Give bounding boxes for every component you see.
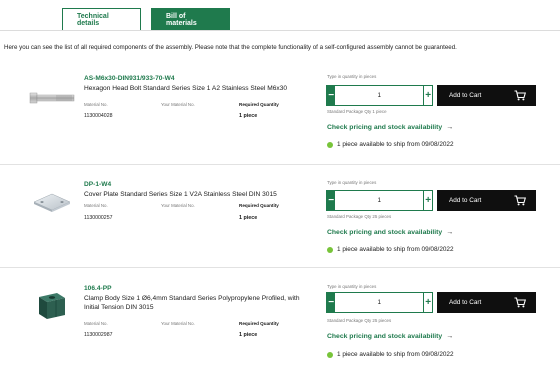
bom-item: AS-M6x30-DIN931/933-70-W4 Hexagon Head B… [0, 70, 560, 162]
quantity-input[interactable] [335, 293, 424, 312]
check-pricing-link[interactable]: Check pricing and stock availability → [327, 229, 453, 236]
package-quantity: Standard Package Qty 1 piece [327, 109, 387, 114]
add-to-cart-button[interactable]: Add to Cart [437, 85, 536, 106]
cart-icon [514, 195, 526, 206]
cart-icon [514, 297, 526, 308]
tab-divider [0, 30, 560, 31]
item-code[interactable]: DP-1-W4 [84, 181, 111, 188]
add-to-cart-label: Add to Cart [449, 92, 482, 99]
add-to-cart-button[interactable]: Add to Cart [437, 190, 536, 211]
quantity-stepper: − + [326, 292, 433, 313]
arrow-right-icon: → [446, 124, 454, 131]
tab-technical-details[interactable]: Technical details [62, 8, 141, 31]
add-to-cart-label: Add to Cart [449, 197, 482, 204]
clamp-body-image [28, 285, 76, 325]
item-divider [0, 267, 560, 268]
material-no-label: Material No. [84, 203, 108, 208]
quantity-hint: Type in quantity in pieces [327, 180, 377, 185]
decrease-quantity-button[interactable]: − [327, 293, 336, 312]
material-no-label: Material No. [84, 102, 108, 107]
cart-icon [514, 90, 526, 101]
availability-status: 1 piece available to ship from 09/08/202… [327, 141, 454, 148]
your-material-no-label: Your Material No. [161, 102, 195, 107]
check-pricing-label: Check pricing and stock availability [327, 124, 443, 131]
availability-dot-icon [327, 141, 333, 148]
required-quantity-label: Required Quantity [239, 203, 279, 208]
quantity-input[interactable] [335, 191, 424, 210]
item-title: Hexagon Head Bolt Standard Series Size 1… [84, 85, 288, 92]
availability-status: 1 piece available to ship from 09/08/202… [327, 246, 454, 253]
required-quantity-value: 1 piece [239, 332, 258, 338]
decrease-quantity-button[interactable]: − [327, 191, 336, 210]
required-quantity-label: Required Quantity [239, 102, 279, 107]
check-pricing-link[interactable]: Check pricing and stock availability → [327, 124, 453, 131]
availability-text: 1 piece available to ship from 09/08/202… [337, 351, 454, 358]
required-quantity-label: Required Quantity [239, 321, 279, 326]
item-divider [0, 164, 560, 165]
tab-bar: Technical details Bill of materials [62, 8, 230, 31]
tab-bill-of-materials[interactable]: Bill of materials [151, 8, 230, 31]
package-quantity: Standard Package Qty 25 pieces [327, 214, 392, 219]
item-code[interactable]: 106.4-PP [84, 285, 112, 292]
arrow-right-icon: → [446, 333, 454, 340]
check-pricing-link[interactable]: Check pricing and stock availability → [327, 333, 453, 340]
your-material-no-label: Your Material No. [161, 203, 195, 208]
availability-dot-icon [327, 351, 333, 358]
increase-quantity-button[interactable]: + [423, 293, 432, 312]
add-to-cart-button[interactable]: Add to Cart [437, 292, 536, 313]
material-no-value: 1130004028 [84, 113, 113, 119]
availability-dot-icon [327, 246, 333, 253]
add-to-cart-label: Add to Cart [449, 299, 482, 306]
quantity-stepper: − + [326, 190, 433, 211]
package-quantity: Standard Package Qty 25 pieces [327, 318, 392, 323]
availability-text: 1 piece available to ship from 09/08/202… [337, 141, 454, 148]
availability-text: 1 piece available to ship from 09/08/202… [337, 246, 454, 253]
material-no-value: 1130000257 [84, 215, 113, 221]
quantity-stepper: − + [326, 85, 433, 106]
check-pricing-label: Check pricing and stock availability [327, 333, 443, 340]
required-quantity-value: 1 piece [239, 113, 258, 119]
quantity-hint: Type in quantity in pieces [327, 74, 377, 79]
required-quantity-value: 1 piece [239, 215, 258, 221]
item-title: Clamp Body Size 1 Ø6,4mm Standard Series… [84, 295, 300, 311]
material-no-label: Material No. [84, 321, 108, 326]
material-no-value: 1130002987 [84, 332, 113, 338]
cover-plate-image [28, 182, 76, 222]
bom-item: 106.4-PP Clamp Body Size 1 Ø6,4mm Standa… [0, 281, 560, 373]
item-title: Cover Plate Standard Series Size 1 V2A S… [84, 191, 277, 198]
arrow-right-icon: → [446, 229, 454, 236]
check-pricing-label: Check pricing and stock availability [327, 229, 443, 236]
increase-quantity-button[interactable]: + [423, 191, 432, 210]
bom-item: DP-1-W4 Cover Plate Standard Series Size… [0, 176, 560, 268]
quantity-hint: Type in quantity in pieces [327, 284, 377, 289]
quantity-input[interactable] [335, 86, 424, 105]
availability-status: 1 piece available to ship from 09/08/202… [327, 351, 454, 358]
item-code[interactable]: AS-M6x30-DIN931/933-70-W4 [84, 75, 175, 82]
bolt-image [28, 78, 76, 118]
intro-text: Here you can see the list of all require… [4, 44, 457, 51]
decrease-quantity-button[interactable]: − [327, 86, 336, 105]
your-material-no-label: Your Material No. [161, 321, 195, 326]
increase-quantity-button[interactable]: + [423, 86, 432, 105]
